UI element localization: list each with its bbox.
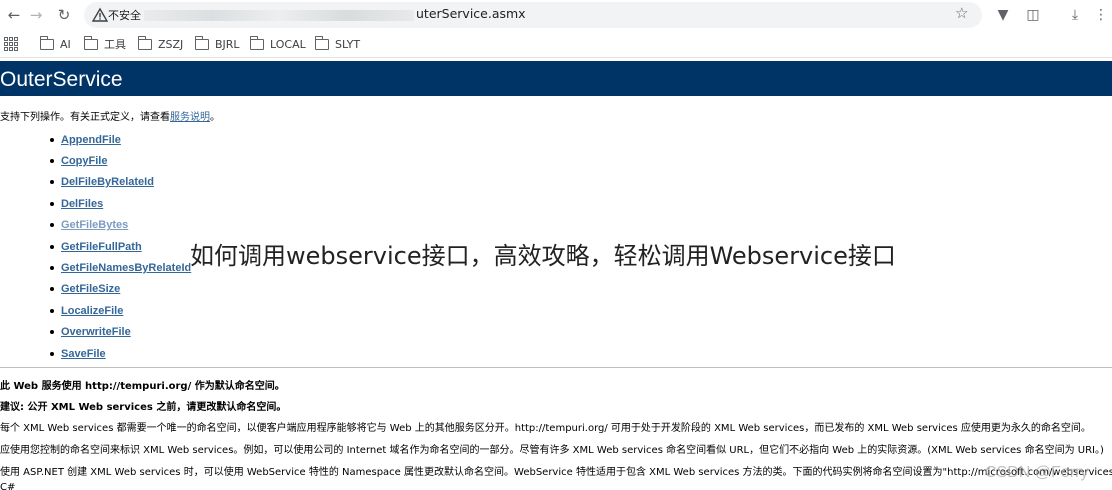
list-item: GetFileNamesByRelateId	[50, 257, 191, 278]
reload-icon[interactable]: ↻	[52, 3, 76, 27]
url-redacted	[144, 10, 414, 21]
folder-icon	[250, 35, 264, 50]
service-header-bar	[0, 61, 1112, 96]
section-divider	[0, 367, 1112, 368]
list-item: DelFileByRelateId	[50, 172, 191, 193]
operation-link-appendfile[interactable]: AppendFile	[61, 134, 121, 146]
bookmark-bjrl[interactable]: BJRL	[195, 35, 240, 52]
bookmark-ai[interactable]: AI	[40, 35, 71, 52]
forward-icon[interactable]: →	[24, 3, 48, 27]
bookmark-slyt[interactable]: SLYT	[315, 35, 360, 52]
operation-link-getfilesize[interactable]: GetFileSize	[61, 283, 120, 295]
url-text: uterService.asmx	[416, 6, 526, 21]
bookmark-zszj[interactable]: ZSZJ	[138, 35, 183, 52]
browser-toolbar: ← → ↻ 不安全 uterService.asmx ☆ ▼ ◫ ⤓ ⋮	[0, 0, 1112, 30]
operation-link-getfilenamesbyrelateid[interactable]: GetFileNamesByRelateId	[61, 262, 191, 274]
operation-link-getfilebytes[interactable]: GetFileBytes	[61, 219, 128, 231]
operation-link-savefile[interactable]: SaveFile	[61, 348, 106, 360]
list-item: AppendFile	[50, 129, 191, 150]
bookmark-star-icon[interactable]: ☆	[955, 4, 968, 22]
list-item: DelFiles	[50, 193, 191, 214]
bookmark-tools[interactable]: 工具	[84, 35, 126, 52]
extensions-puzzle-icon[interactable]: ◫	[1022, 3, 1044, 27]
address-bar[interactable]: 不安全 uterService.asmx	[84, 2, 982, 28]
operation-link-copyfile[interactable]: CopyFile	[61, 155, 107, 167]
apps-grid-icon[interactable]	[4, 37, 18, 51]
article-title-overlay: 如何调用webservice接口，高效攻略，轻松调用Webservice接口	[190, 236, 896, 271]
folder-icon	[315, 35, 329, 50]
folder-icon	[138, 35, 152, 50]
extension-v-icon[interactable]: ▼	[992, 3, 1014, 27]
namespace-paragraph-3: 使用 ASP.NET 创建 XML Web services 时，可以使用 We…	[0, 467, 1112, 478]
folder-icon	[40, 35, 54, 50]
list-item: GetFileSize	[50, 279, 191, 300]
operation-link-delfilebyrelateid[interactable]: DelFileByRelateId	[61, 176, 154, 188]
download-icon[interactable]: ⤓	[1064, 3, 1086, 27]
page-title: OuterService	[0, 68, 123, 91]
namespace-notice: 此 Web 服务使用 http://tempuri.org/ 作为默认命名空间。	[0, 381, 285, 392]
list-item: GetFileBytes	[50, 215, 191, 236]
menu-icon[interactable]: ⋮	[1090, 3, 1112, 27]
list-item: OverwriteFile	[50, 322, 191, 343]
code-language-label: C#	[0, 482, 16, 490]
csdn-watermark: CSDN @Ferry	[985, 464, 1089, 481]
operations-list: AppendFile CopyFile DelFileByRelateId De…	[50, 129, 191, 364]
operation-link-localizefile[interactable]: LocalizeFile	[61, 305, 123, 317]
operation-link-overwritefile[interactable]: OverwriteFile	[61, 326, 131, 338]
folder-icon	[195, 35, 209, 50]
operation-link-delfiles[interactable]: DelFiles	[61, 198, 103, 210]
list-item: CopyFile	[50, 150, 191, 171]
namespace-paragraph-2: 应使用您控制的命名空间来标识 XML Web services。例如，可以使用公…	[0, 445, 1104, 456]
bookmark-local[interactable]: LOCAL	[250, 35, 306, 52]
list-item: GetFileFullPath	[50, 236, 191, 257]
list-item: SaveFile	[50, 343, 191, 364]
recommendation-text: 建议: 公开 XML Web services 之前，请更改默认命名空间。	[0, 402, 287, 413]
service-description-link[interactable]: 服务说明	[170, 112, 210, 123]
warning-icon	[92, 7, 108, 22]
operation-link-getfilefullpath[interactable]: GetFileFullPath	[61, 241, 142, 253]
intro-text: 支持下列操作。有关正式定义，请查看服务说明。	[0, 112, 220, 123]
bookmarks-bar: AI 工具 ZSZJ BJRL LOCAL SLYT	[0, 30, 1112, 58]
namespace-paragraph-1: 每个 XML Web services 都需要一个唯一的命名空间，以便客户端应用…	[0, 423, 1091, 434]
folder-icon	[84, 35, 98, 50]
insecure-label: 不安全	[108, 9, 141, 22]
back-icon[interactable]: ←	[2, 3, 26, 27]
list-item: LocalizeFile	[50, 300, 191, 321]
